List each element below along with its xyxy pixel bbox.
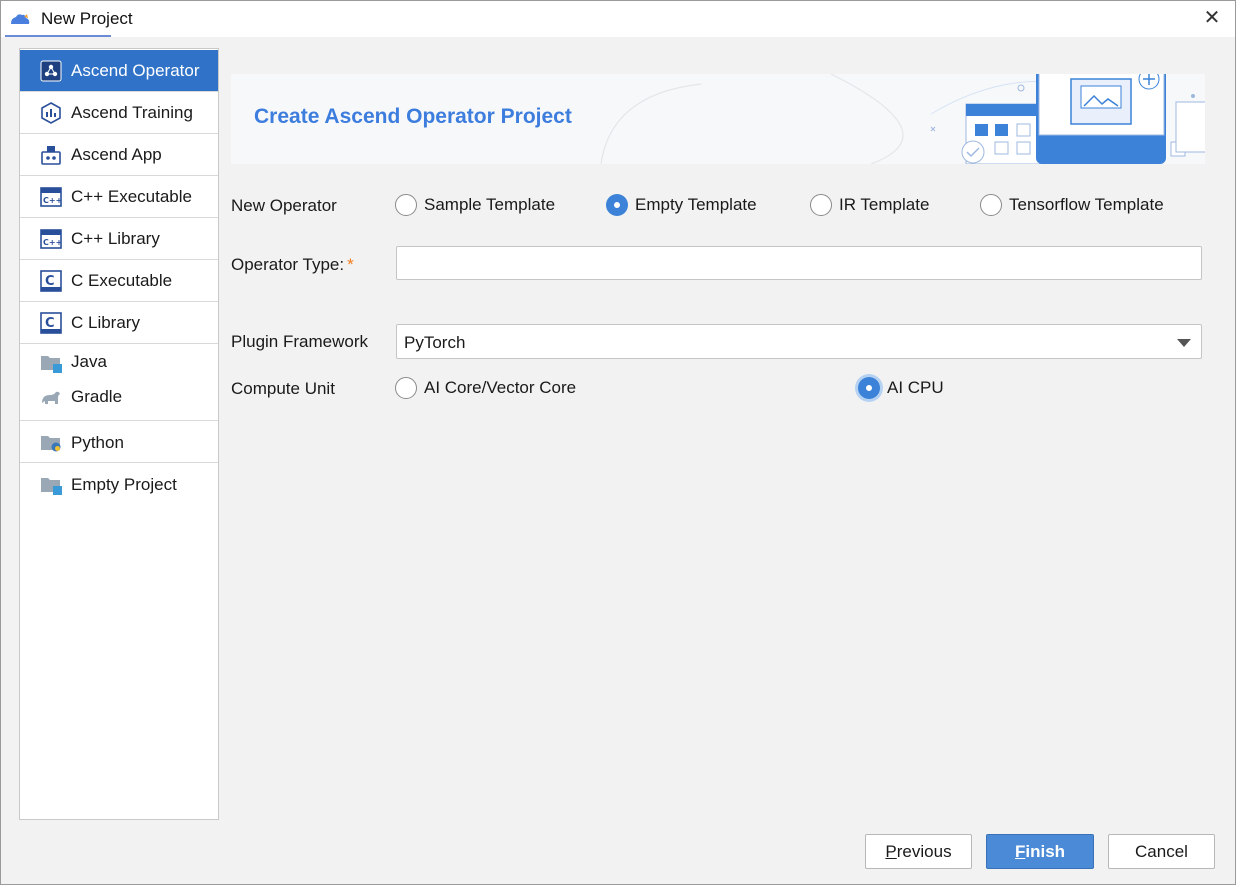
- title-tab-indicator: [5, 35, 111, 37]
- sidebar-item-c-executable[interactable]: C C Executable: [20, 260, 218, 302]
- radio-label: Empty Template: [635, 195, 757, 214]
- operator-type-label: Operator Type: *: [231, 255, 354, 275]
- sample-template-radio[interactable]: Sample Template: [395, 194, 555, 216]
- svg-text:C++: C++: [43, 196, 62, 205]
- title-bar: New Project ✕: [1, 1, 1235, 37]
- gradle-elephant-icon: [42, 391, 60, 404]
- radio-label: Sample Template: [424, 195, 556, 214]
- cpp-icon: C++: [40, 229, 62, 249]
- project-type-list: Ascend Operator Ascend Training Ascend A…: [19, 48, 219, 820]
- plugin-framework-label: Plugin Framework: [231, 332, 368, 351]
- radio-label: AI Core/Vector Core: [424, 378, 577, 397]
- sidebar-item-cpp-executable[interactable]: C++ C++ Executable: [20, 176, 218, 218]
- tensorflow-template-radio[interactable]: Tensorflow Template: [980, 194, 1164, 216]
- sidebar-item-label: C Executable: [71, 271, 173, 290]
- sidebar-item-python[interactable]: Python: [20, 422, 218, 464]
- sidebar-item-label: C++ Executable: [71, 187, 192, 206]
- radio-label: IR Template: [839, 195, 930, 214]
- required-mark: *: [347, 255, 354, 274]
- radio-indicator: [858, 377, 880, 399]
- button-label: inish: [1025, 842, 1066, 861]
- c-icon: C: [40, 312, 62, 334]
- radio-indicator: [810, 194, 832, 216]
- ir-template-radio[interactable]: IR Template: [810, 194, 929, 216]
- sidebar-item-label: Python: [71, 433, 124, 452]
- sidebar-item-label: C++ Library: [71, 229, 160, 248]
- sidebar-item-ascend-operator[interactable]: Ascend Operator: [20, 50, 218, 92]
- sidebar-item-gradle[interactable]: Gradle: [20, 380, 218, 418]
- ai-core-vector-core-radio[interactable]: AI Core/Vector Core: [395, 377, 576, 399]
- compute-unit-label: Compute Unit: [231, 379, 335, 398]
- app-logo-icon: [11, 14, 30, 24]
- c-icon: C: [40, 270, 62, 292]
- divider: [20, 343, 218, 344]
- radio-indicator: [980, 194, 1002, 216]
- radio-indicator: [395, 194, 417, 216]
- sidebar-item-ascend-app[interactable]: Ascend App: [20, 134, 218, 176]
- window-title: New Project: [41, 9, 133, 28]
- mnemonic-letter: P: [885, 842, 897, 861]
- radio-label: Tensorflow Template: [1009, 195, 1164, 214]
- plugin-framework-select[interactable]: PyTorch: [396, 324, 1202, 359]
- previous-button[interactable]: Previous: [865, 834, 972, 869]
- ascend-operator-icon: [40, 60, 62, 82]
- sidebar-item-c-library[interactable]: C C Library: [20, 302, 218, 344]
- empty-template-radio[interactable]: Empty Template: [606, 194, 757, 216]
- radio-indicator: [606, 194, 628, 216]
- sidebar-item-label: Empty Project: [71, 475, 177, 494]
- divider: [20, 420, 218, 421]
- operator-type-label-text: Operator Type:: [231, 255, 345, 274]
- cpp-icon: C++: [40, 187, 62, 207]
- svg-text:C++: C++: [43, 238, 62, 247]
- svg-text:C: C: [45, 274, 55, 289]
- radio-indicator: [395, 377, 417, 399]
- divider: [20, 462, 218, 463]
- sidebar-item-ascend-training[interactable]: Ascend Training: [20, 92, 218, 134]
- operator-type-input[interactable]: [396, 246, 1202, 280]
- new-project-dialog: New Project ✕ Ascend Operator Ascend Tra…: [0, 0, 1236, 885]
- sidebar-item-label: Ascend Operator: [71, 61, 200, 80]
- sidebar-item-label: Ascend App: [71, 145, 162, 164]
- empty-project-icon: [41, 478, 62, 495]
- sidebar-item-java[interactable]: Java: [20, 345, 218, 380]
- sidebar-item-cpp-library[interactable]: C++ C++ Library: [20, 218, 218, 260]
- sidebar-item-label: Gradle: [71, 387, 123, 406]
- svg-text:C: C: [45, 316, 55, 331]
- new-operator-label: New Operator: [231, 196, 337, 215]
- sidebar-item-label: Ascend Training: [71, 103, 193, 122]
- ascend-training-icon: [41, 102, 61, 124]
- ai-cpu-radio[interactable]: AI CPU: [858, 377, 944, 399]
- close-icon[interactable]: ✕: [1201, 5, 1223, 31]
- sidebar-item-label: C Library: [71, 313, 140, 332]
- python-folder-icon: [41, 436, 61, 452]
- finish-button[interactable]: Finish: [986, 834, 1094, 869]
- header-banner: Create Ascend Operator Project: [231, 74, 1205, 164]
- sidebar-item-empty-project[interactable]: Empty Project: [20, 464, 218, 506]
- button-label: revious: [896, 842, 952, 861]
- mnemonic-letter: F: [1014, 842, 1026, 861]
- java-folder-icon: [41, 356, 62, 373]
- chevron-down-icon: [1177, 339, 1191, 347]
- cancel-button[interactable]: Cancel: [1108, 834, 1215, 869]
- radio-label: AI CPU: [887, 378, 944, 397]
- banner-illustration: [600, 74, 1205, 164]
- select-value: PyTorch: [404, 333, 466, 352]
- ascend-app-icon: [41, 146, 61, 165]
- sidebar-item-label: Java: [71, 352, 107, 371]
